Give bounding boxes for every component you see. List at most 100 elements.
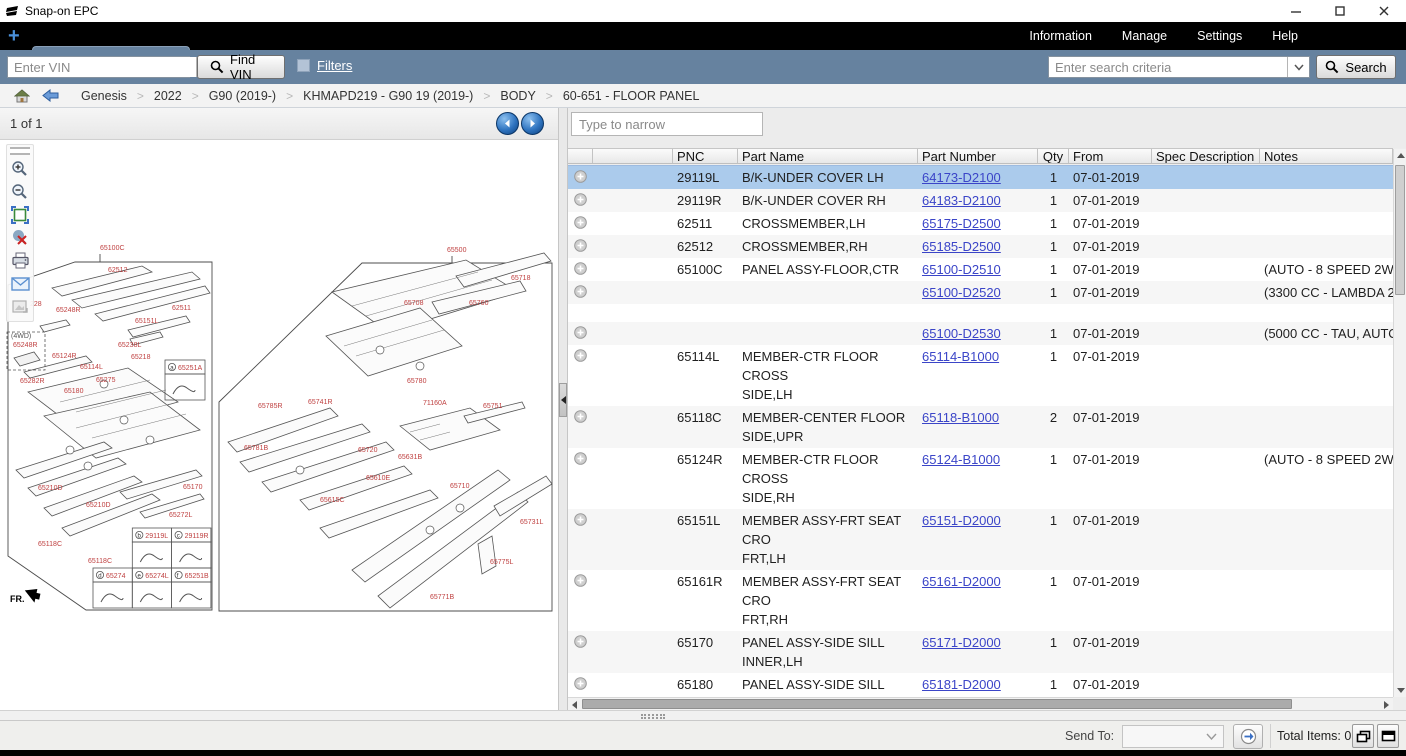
part-number-link[interactable]: 65151-D2000 — [922, 513, 1001, 528]
part-number-link[interactable]: 64173-D2100 — [922, 170, 1001, 185]
diagram-part-label[interactable]: 65238L — [118, 342, 141, 349]
breadcrumb-item[interactable]: KHMAPD219 - G90 19 (2019-) — [303, 89, 473, 103]
diagram-part-label[interactable]: 65631B — [398, 454, 422, 461]
diagram-part-label[interactable]: 65210D — [38, 485, 63, 492]
horizontal-scrollbar[interactable] — [568, 697, 1393, 710]
parts-table-header[interactable]: PNCPart NamePart NumberQtyFromSpec Descr… — [568, 148, 1393, 164]
table-row[interactable]: 65151LMEMBER ASSY-FRT SEAT CRO FRT,LH651… — [568, 509, 1393, 570]
menu-item-help[interactable]: Help — [1272, 29, 1298, 43]
diagram-canvas[interactable]: 65100C625126251122865248R65151L65238L652… — [0, 140, 558, 710]
column-header-from[interactable]: From — [1069, 149, 1152, 163]
legend-part-label[interactable]: 65251B — [185, 573, 209, 580]
filters-link[interactable]: Filters — [317, 58, 352, 73]
zoom-select-button[interactable] — [8, 227, 32, 249]
column-header-part-number[interactable]: Part Number — [918, 149, 1038, 163]
table-row[interactable]: 65100-D2520107-01-2019(3300 CC - LAMBDA … — [568, 281, 1393, 304]
expand-row-icon[interactable] — [574, 410, 587, 423]
table-row[interactable]: 65180PANEL ASSY-SIDE SILL INNER,RH65181-… — [568, 673, 1393, 697]
breadcrumb-item[interactable]: BODY — [500, 89, 535, 103]
table-row[interactable]: 65100CPANEL ASSY-FLOOR,CTR65100-D2510107… — [568, 258, 1393, 281]
expand-row-icon[interactable] — [574, 452, 587, 465]
export-image-button[interactable] — [8, 296, 32, 318]
part-number-link[interactable]: 65185-D2500 — [922, 239, 1001, 254]
menu-item-settings[interactable]: Settings — [1197, 29, 1242, 43]
table-row[interactable]: 62511CROSSMEMBER,LH65175-D2500107-01-201… — [568, 212, 1393, 235]
legend-part-label[interactable]: 65274 — [106, 573, 126, 580]
close-button[interactable] — [1362, 0, 1406, 22]
search-button[interactable]: Search — [1316, 55, 1396, 79]
legend-part-label[interactable]: 65274L — [145, 573, 168, 580]
expand-row-icon[interactable] — [574, 285, 587, 298]
table-row[interactable]: 65170PANEL ASSY-SIDE SILL INNER,LH65171-… — [568, 631, 1393, 673]
breadcrumb-item[interactable]: 60-651 - FLOOR PANEL — [563, 89, 700, 103]
diagram-part-label[interactable]: 71160A — [423, 400, 447, 407]
diagram-part-label[interactable]: 62512 — [108, 267, 128, 274]
diagram-part-label[interactable]: 65170 — [183, 484, 203, 491]
diagram-part-label[interactable]: 65118C — [88, 558, 112, 565]
diagram-part-label[interactable]: 65708 — [404, 300, 424, 307]
part-number-link[interactable]: 65100-D2510 — [922, 262, 1001, 277]
zoom-out-button[interactable] — [8, 181, 32, 203]
table-row[interactable]: 29119LB/K-UNDER COVER LH64173-D2100107-0… — [568, 165, 1393, 189]
diagram-part-label[interactable]: 65785R — [258, 403, 283, 410]
vertical-scrollbar[interactable] — [1393, 149, 1406, 697]
part-number-link[interactable]: 65124-B1000 — [922, 452, 1000, 467]
filters-checkbox[interactable] — [297, 59, 310, 72]
expand-row-icon[interactable] — [574, 216, 587, 229]
table-row[interactable]: 65161RMEMBER ASSY-FRT SEAT CRO FRT,RH651… — [568, 570, 1393, 631]
diagram-part-label[interactable]: 65781B — [244, 445, 268, 452]
diagram-part-label[interactable]: 65718 — [511, 275, 531, 282]
menu-item-information[interactable]: Information — [1029, 29, 1092, 43]
column-header-blank[interactable] — [593, 149, 673, 163]
legend-part-label[interactable]: 65251A — [178, 365, 202, 372]
scroll-up-icon[interactable] — [1394, 149, 1406, 162]
diagram-part-label[interactable]: 65731L — [520, 519, 543, 526]
splitter-handle[interactable] — [559, 383, 567, 417]
diagram-part-label[interactable]: 65500 — [447, 247, 467, 254]
table-row[interactable]: 65114LMEMBER-CTR FLOOR CROSS SIDE,LH6511… — [568, 345, 1393, 406]
diagram-part-label[interactable]: 65610E — [366, 475, 390, 482]
expand-row-icon[interactable] — [574, 170, 587, 183]
breadcrumb-item[interactable]: 2022 — [154, 89, 182, 103]
part-number-link[interactable]: 64183-D2100 — [922, 193, 1001, 208]
part-number-link[interactable]: 65100-D2520 — [922, 285, 1001, 300]
minimize-button[interactable] — [1274, 0, 1318, 22]
diagram-part-label[interactable]: 65151L — [135, 318, 158, 325]
table-row[interactable]: 65100-D2530107-01-2019(5000 CC - TAU, AU… — [568, 322, 1393, 345]
diagram-part-label[interactable]: 65760 — [469, 300, 489, 307]
zoom-in-button[interactable] — [8, 158, 32, 180]
expand-row-icon[interactable] — [574, 262, 587, 275]
back-arrow-icon[interactable] — [42, 89, 59, 102]
diagram-part-label[interactable]: 65275 — [96, 377, 116, 384]
column-header-qty[interactable]: Qty — [1038, 149, 1069, 163]
new-tab-button[interactable]: + — [8, 25, 20, 47]
part-number-link[interactable]: 65171-D2000 — [922, 635, 1001, 650]
expand-row-icon[interactable] — [574, 574, 587, 587]
table-row[interactable]: 65118CMEMBER-CENTER FLOOR SIDE,UPR65118-… — [568, 406, 1393, 448]
expand-row-icon[interactable] — [574, 349, 587, 362]
send-to-dropdown[interactable] — [1122, 725, 1224, 748]
table-row[interactable]: 65124RMEMBER-CTR FLOOR CROSS SIDE,RH6512… — [568, 448, 1393, 509]
diagram-part-label[interactable]: (4WD) — [11, 333, 31, 340]
menu-item-manage[interactable]: Manage — [1122, 29, 1167, 43]
diagram-part-label[interactable]: 65248R — [56, 307, 81, 314]
expand-row-icon[interactable] — [574, 239, 587, 252]
criteria-dropdown-button[interactable] — [1287, 57, 1309, 77]
legend-part-label[interactable]: 29119R — [185, 533, 209, 540]
expand-row-icon[interactable] — [574, 326, 587, 339]
maximize-button[interactable] — [1318, 0, 1362, 22]
table-row[interactable]: 62512CROSSMEMBER,RH65185-D2500107-01-201… — [568, 235, 1393, 258]
part-number-link[interactable]: 65181-D2000 — [922, 677, 1001, 692]
diagram-part-label[interactable]: 65100C — [100, 245, 125, 252]
table-row[interactable]: 29119RB/K-UNDER COVER RH64183-D2100107-0… — [568, 189, 1393, 212]
part-number-link[interactable]: 65114-B1000 — [922, 349, 999, 364]
expand-row-icon[interactable] — [574, 635, 587, 648]
diagram-part-label[interactable]: 65180 — [64, 388, 84, 395]
diagram-part-label[interactable]: 65751 — [483, 403, 503, 410]
expand-row-icon[interactable] — [574, 513, 587, 526]
previous-page-button[interactable] — [496, 112, 519, 135]
diagram-part-label[interactable]: 65118C — [38, 541, 62, 548]
breadcrumb-item[interactable]: G90 (2019-) — [209, 89, 276, 103]
expand-row-icon[interactable] — [574, 677, 587, 690]
narrow-filter-input[interactable] — [571, 112, 763, 136]
